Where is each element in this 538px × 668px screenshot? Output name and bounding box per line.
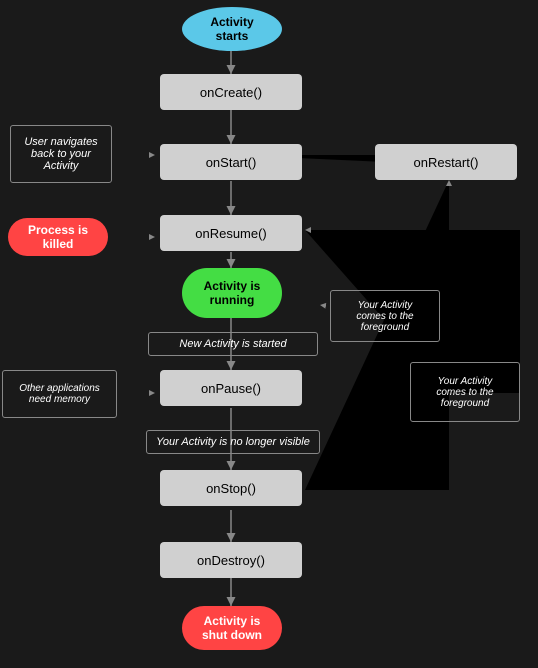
activity-starts-node: Activity starts bbox=[182, 7, 282, 51]
on-start-node: onStart() bbox=[160, 144, 302, 180]
activity-running-label: Activity is running bbox=[204, 279, 261, 307]
new-activity-started-label: New Activity is started bbox=[148, 332, 318, 356]
on-create-label: onCreate() bbox=[200, 85, 262, 100]
on-resume-node: onResume() bbox=[160, 215, 302, 251]
activity-running-node: Activity is running bbox=[182, 268, 282, 318]
on-restart-node: onRestart() bbox=[375, 144, 517, 180]
your-activity-foreground-small: Your Activity comes to the foreground bbox=[330, 290, 440, 342]
foreground-small-label: Your Activity comes to the foreground bbox=[356, 300, 413, 333]
on-stop-label: onStop() bbox=[206, 481, 256, 496]
user-navigates-text: User navigates back to your Activity bbox=[24, 136, 97, 172]
on-destroy-label: onDestroy() bbox=[197, 553, 265, 568]
no-longer-text: Your Activity is no longer visible bbox=[156, 436, 310, 448]
activity-shut-down-node: Activity is shut down bbox=[182, 606, 282, 650]
activity-shut-down-label: Activity is shut down bbox=[202, 614, 262, 642]
process-killed-node: Process is killed bbox=[8, 218, 108, 256]
activity-starts-label: Activity starts bbox=[210, 15, 253, 43]
your-activity-foreground-large: Your Activity comes to the foreground bbox=[410, 362, 520, 422]
on-stop-node: onStop() bbox=[160, 470, 302, 506]
user-navigates-back-label: User navigates back to your Activity bbox=[10, 125, 112, 183]
on-pause-label: onPause() bbox=[201, 381, 261, 396]
foreground-large-label: Your Activity comes to the foreground bbox=[436, 376, 493, 409]
on-pause-node: onPause() bbox=[160, 370, 302, 406]
process-killed-label: Process is killed bbox=[28, 223, 88, 251]
on-start-label: onStart() bbox=[206, 155, 257, 170]
on-resume-label: onResume() bbox=[195, 226, 267, 241]
no-longer-visible-label: Your Activity is no longer visible bbox=[146, 430, 320, 454]
on-create-node: onCreate() bbox=[160, 74, 302, 110]
other-apps-memory-label: Other applications need memory bbox=[2, 370, 117, 418]
other-apps-text: Other applications need memory bbox=[19, 383, 100, 405]
on-restart-label: onRestart() bbox=[413, 155, 478, 170]
on-destroy-node: onDestroy() bbox=[160, 542, 302, 578]
new-activity-text: New Activity is started bbox=[179, 338, 286, 350]
